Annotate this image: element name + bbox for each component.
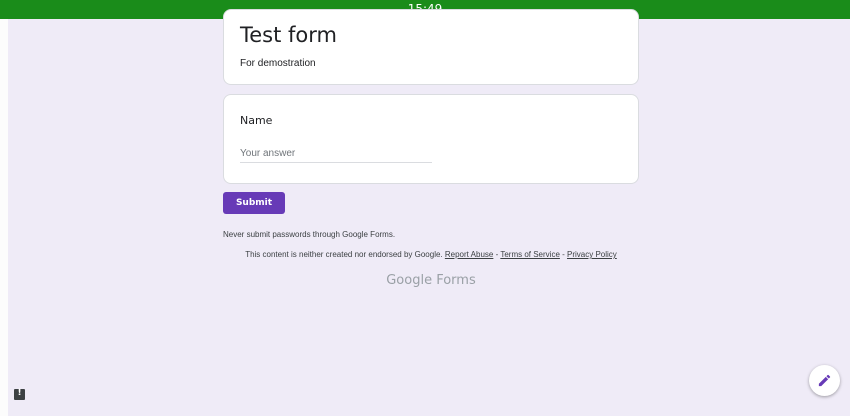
- question-label: Name: [240, 114, 273, 127]
- terms-link[interactable]: Terms of Service: [500, 250, 560, 259]
- password-warning: Never submit passwords through Google Fo…: [223, 230, 396, 239]
- disclaimer: This content is neither created nor endo…: [223, 250, 639, 259]
- question-card: Name: [223, 94, 639, 184]
- disclaimer-text: This content is neither created nor endo…: [245, 250, 443, 259]
- name-answer-input[interactable]: [240, 145, 432, 163]
- form-header-card: Test form For demostration: [223, 9, 639, 85]
- pencil-icon: [818, 374, 831, 387]
- brand-forms: Forms: [436, 273, 476, 288]
- privacy-link[interactable]: Privacy Policy: [567, 250, 617, 259]
- google-forms-logo[interactable]: Google Forms: [223, 273, 639, 288]
- brand-google: Google: [386, 273, 433, 288]
- form-page: Test form For demostration Name Submit N…: [8, 9, 850, 416]
- report-icon[interactable]: [14, 388, 25, 400]
- edit-button[interactable]: [809, 365, 840, 396]
- form-title: Test form: [240, 23, 337, 47]
- form-description: For demostration: [240, 58, 316, 69]
- submit-button[interactable]: Submit: [223, 192, 285, 214]
- separator: -: [559, 250, 568, 259]
- report-abuse-link[interactable]: Report Abuse: [445, 250, 493, 259]
